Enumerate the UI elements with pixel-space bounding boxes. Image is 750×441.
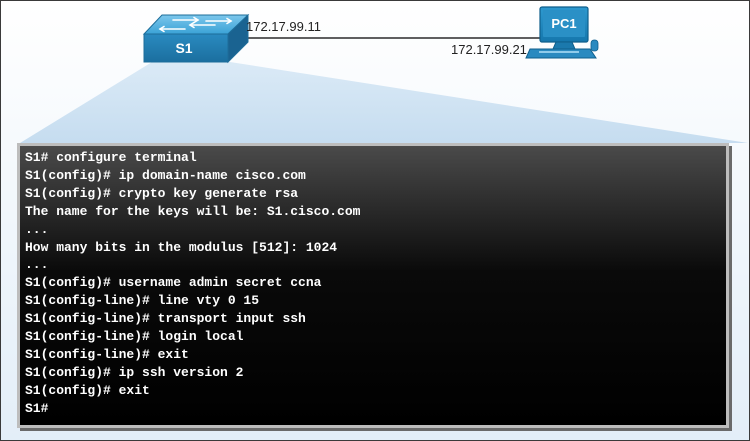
pc-icon [525, 6, 599, 59]
terminal-line: S1(config)# crypto key generate rsa [25, 185, 299, 201]
terminal-line: S1(config-line)# line vty 0 15 [25, 293, 260, 309]
terminal-line: S1# configure terminal [25, 150, 197, 165]
terminal-window: S1# configure terminal S1(config)# ip do… [17, 143, 729, 428]
switch-ip-label: 172.17.99.11 [246, 19, 321, 34]
switch-icon [142, 13, 250, 64]
terminal-line: The name for the keys will be: S1.cisco.… [25, 203, 361, 219]
terminal-line: ... [25, 221, 49, 237]
terminal-line: How many bits in the modulus [512]: 1024 [25, 239, 338, 255]
terminal-line: S1(config)# ip ssh version 2 [25, 364, 244, 380]
terminal-line: S1(config)# username admin secret ccna [25, 275, 322, 291]
terminal-line: ... [25, 257, 49, 273]
terminal-line: S1(config-line)# login local [25, 329, 244, 345]
terminal-line: S1# [25, 400, 49, 416]
terminal-line: S1(config)# ip domain-name cisco.com [25, 167, 306, 183]
switch-label: S1 [175, 40, 192, 56]
terminal-line: S1(config)# exit [25, 382, 150, 398]
terminal-line: S1(config-line)# transport input ssh [25, 311, 306, 327]
pc-ip-label: 172.17.99.21 [451, 42, 527, 57]
pc-label: PC1 [551, 16, 576, 31]
terminal-line: S1(config-line)# exit [25, 346, 189, 362]
callout-beam [20, 62, 748, 143]
